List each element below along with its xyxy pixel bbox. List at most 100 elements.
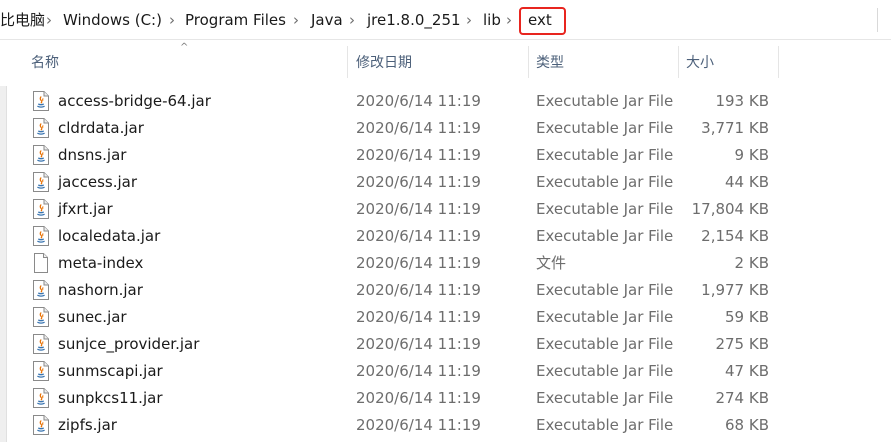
file-size: 2,154 KB [701, 227, 769, 245]
file-size: 3,771 KB [701, 119, 769, 137]
file-date-modified: 2020/6/14 11:19 [356, 362, 481, 380]
jar-file-icon [32, 118, 50, 138]
address-bar-divider [877, 8, 878, 32]
file-date-modified: 2020/6/14 11:19 [356, 119, 481, 137]
chevron-right-icon[interactable]: › [169, 10, 175, 30]
jar-file-icon [32, 307, 50, 327]
file-name: meta-index [58, 254, 144, 272]
breadcrumb-program-files[interactable]: Program Files [185, 10, 286, 30]
file-name: jfxrt.jar [58, 200, 113, 218]
file-type: Executable Jar File [536, 281, 674, 299]
chevron-right-icon[interactable]: › [466, 10, 472, 30]
file-name: sunpkcs11.jar [58, 389, 163, 407]
file-date-modified: 2020/6/14 11:19 [356, 335, 481, 353]
file-name: dnsns.jar [58, 146, 127, 164]
column-header-size[interactable]: 大小 [686, 54, 714, 72]
file-row[interactable]: meta-index 2020/6/14 11:19 文件 2 KB [24, 250, 784, 277]
file-size: 275 KB [715, 335, 769, 353]
file-size: 193 KB [715, 92, 769, 110]
file-date-modified: 2020/6/14 11:19 [356, 389, 481, 407]
file-row[interactable]: sunec.jar 2020/6/14 11:19 Executable Jar… [24, 304, 784, 331]
jar-file-icon [32, 172, 50, 192]
file-row[interactable]: jaccess.jar 2020/6/14 11:19 Executable J… [24, 169, 784, 196]
file-name: access-bridge-64.jar [58, 92, 211, 110]
file-date-modified: 2020/6/14 11:19 [356, 281, 481, 299]
file-size: 44 KB [725, 173, 769, 191]
file-size: 68 KB [725, 416, 769, 434]
column-header-name[interactable]: 名称 [31, 54, 59, 72]
file-type: Executable Jar File [536, 416, 674, 434]
file-type: 文件 [536, 254, 567, 272]
file-row[interactable]: zipfs.jar 2020/6/14 11:19 Executable Jar… [24, 412, 784, 439]
blank-file-icon [32, 253, 50, 273]
jar-file-icon [32, 145, 50, 165]
file-size: 59 KB [725, 308, 769, 326]
file-row[interactable]: jfxrt.jar 2020/6/14 11:19 Executable Jar… [24, 196, 784, 223]
jar-file-icon [32, 415, 50, 435]
file-name: sunmscapi.jar [58, 362, 163, 380]
column-header-type[interactable]: 类型 [536, 54, 564, 72]
file-date-modified: 2020/6/14 11:19 [356, 227, 481, 245]
file-date-modified: 2020/6/14 11:19 [356, 254, 481, 272]
breadcrumb-ext[interactable]: ext [528, 10, 552, 30]
file-size: 9 KB [734, 146, 769, 164]
jar-file-icon [32, 388, 50, 408]
file-type: Executable Jar File [536, 389, 674, 407]
file-type: Executable Jar File [536, 362, 674, 380]
breadcrumb-java[interactable]: Java [311, 10, 343, 30]
file-name: jaccess.jar [58, 173, 138, 191]
column-divider[interactable] [678, 46, 679, 78]
file-row[interactable]: nashorn.jar 2020/6/14 11:19 Executable J… [24, 277, 784, 304]
breadcrumb-current-highlight[interactable]: ext [519, 7, 566, 35]
file-type: Executable Jar File [536, 92, 674, 110]
file-type: Executable Jar File [536, 308, 674, 326]
file-date-modified: 2020/6/14 11:19 [356, 200, 481, 218]
file-row[interactable]: access-bridge-64.jar 2020/6/14 11:19 Exe… [24, 88, 784, 115]
file-date-modified: 2020/6/14 11:19 [356, 92, 481, 110]
column-divider[interactable] [778, 46, 779, 78]
column-header-bar [0, 40, 891, 86]
file-row[interactable]: sunpkcs11.jar 2020/6/14 11:19 Executable… [24, 385, 784, 412]
file-type: Executable Jar File [536, 119, 674, 137]
jar-file-icon [32, 199, 50, 219]
chevron-right-icon[interactable]: › [506, 10, 512, 30]
jar-file-icon [32, 91, 50, 111]
breadcrumb-jre[interactable]: jre1.8.0_251 [367, 10, 461, 30]
column-divider[interactable] [528, 46, 529, 78]
file-row[interactable]: sunjce_provider.jar 2020/6/14 11:19 Exec… [24, 331, 784, 358]
address-bar[interactable]: 比电脑 › Windows (C:) › Program Files › Jav… [0, 0, 891, 40]
file-size: 1,977 KB [701, 281, 769, 299]
file-name: nashorn.jar [58, 281, 143, 299]
file-row[interactable]: cldrdata.jar 2020/6/14 11:19 Executable … [24, 115, 784, 142]
file-date-modified: 2020/6/14 11:19 [356, 416, 481, 434]
file-date-modified: 2020/6/14 11:19 [356, 146, 481, 164]
file-name: sunjce_provider.jar [58, 335, 200, 353]
file-type: Executable Jar File [536, 335, 674, 353]
file-size: 274 KB [715, 389, 769, 407]
file-size: 47 KB [725, 362, 769, 380]
column-header-date[interactable]: 修改日期 [356, 54, 412, 72]
breadcrumb-lib[interactable]: lib [483, 10, 501, 30]
jar-file-icon [32, 280, 50, 300]
file-row[interactable]: sunmscapi.jar 2020/6/14 11:19 Executable… [24, 358, 784, 385]
jar-file-icon [32, 334, 50, 354]
column-divider[interactable] [347, 46, 348, 78]
breadcrumb-windows-c[interactable]: Windows (C:) [63, 10, 162, 30]
file-date-modified: 2020/6/14 11:19 [356, 308, 481, 326]
file-name: sunec.jar [58, 308, 127, 326]
breadcrumb-this-pc[interactable]: 比电脑 [0, 10, 45, 30]
file-name: localedata.jar [58, 227, 161, 245]
jar-file-icon [32, 226, 50, 246]
file-type: Executable Jar File [536, 227, 674, 245]
file-name: zipfs.jar [58, 416, 117, 434]
chevron-right-icon[interactable]: › [293, 10, 299, 30]
file-row[interactable]: localedata.jar 2020/6/14 11:19 Executabl… [24, 223, 784, 250]
jar-file-icon [32, 361, 50, 381]
file-type: Executable Jar File [536, 173, 674, 191]
chevron-right-icon[interactable]: › [46, 10, 52, 30]
file-row[interactable]: dnsns.jar 2020/6/14 11:19 Executable Jar… [24, 142, 784, 169]
file-size: 2 KB [734, 254, 769, 272]
file-name: cldrdata.jar [58, 119, 144, 137]
pane-divider[interactable] [6, 86, 7, 442]
chevron-right-icon[interactable]: › [349, 10, 355, 30]
